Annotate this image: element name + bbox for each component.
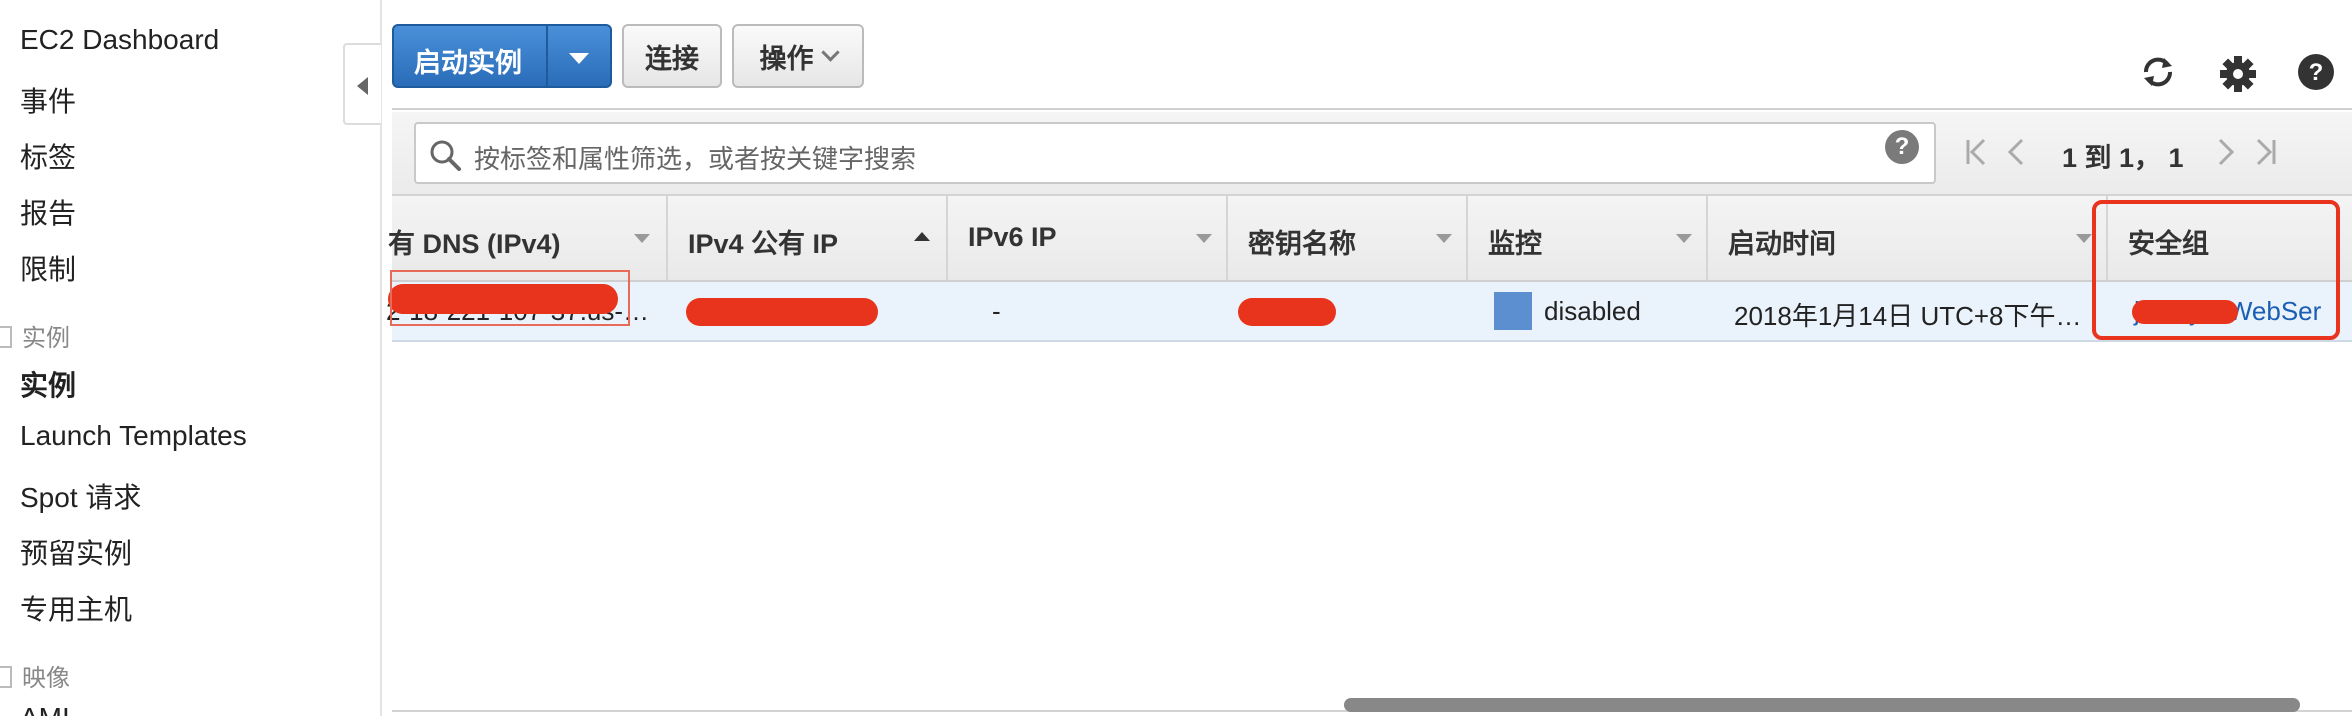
column-header-monitoring[interactable]: 监控 bbox=[1468, 196, 1708, 280]
sidebar-item-reserved-instances[interactable]: 预留实例 bbox=[20, 532, 132, 572]
column-header-ipv6[interactable]: IPv6 IP bbox=[948, 196, 1228, 280]
chevron-left-icon bbox=[357, 77, 368, 95]
horizontal-scrollbar[interactable] bbox=[392, 698, 2352, 718]
pagination-text: 1 到 1， 1 bbox=[2062, 143, 2184, 173]
sort-dropdown-icon[interactable] bbox=[1676, 234, 1692, 243]
search-placeholder: 按标签和属性筛选，或者按关键字搜索 bbox=[474, 144, 917, 174]
sidebar-section-label: 实例 bbox=[22, 325, 70, 352]
sidebar-collapse-button[interactable] bbox=[343, 43, 381, 125]
column-header-public-dns[interactable]: 有 DNS (IPv4) bbox=[372, 196, 668, 280]
sidebar-item-launch-templates[interactable]: Launch Templates bbox=[20, 420, 247, 452]
instances-panel: 按标签和属性筛选，或者按关键字搜索 ? 1 到 1， 1 有 DNS (IPv4… bbox=[386, 108, 2352, 718]
monitoring-status-icon bbox=[1494, 292, 1532, 330]
sidebar-item-events[interactable]: 事件 bbox=[20, 80, 76, 120]
prev-page-icon[interactable] bbox=[2002, 132, 2032, 172]
next-page-icon[interactable] bbox=[2210, 132, 2240, 172]
refresh-icon[interactable] bbox=[2138, 52, 2178, 92]
column-header-key-name[interactable]: 密钥名称 bbox=[1228, 196, 1468, 280]
annotation-box-dns bbox=[390, 270, 630, 326]
sidebar-item-limits[interactable]: 限制 bbox=[20, 248, 76, 288]
last-page-icon[interactable] bbox=[2250, 132, 2280, 172]
gear-icon[interactable] bbox=[2218, 54, 2258, 94]
column-header-label: 密钥名称 bbox=[1248, 229, 1356, 259]
column-header-ipv4[interactable]: IPv4 公有 IP bbox=[668, 196, 948, 280]
sort-ascending-icon[interactable] bbox=[914, 232, 930, 241]
sort-dropdown-icon[interactable] bbox=[1196, 234, 1212, 243]
cell-launch-time: 2018年1月14日 UTC+8下午… bbox=[1734, 301, 2082, 331]
sidebar-section-instances[interactable]: 实例 bbox=[0, 318, 70, 353]
sort-dropdown-icon[interactable] bbox=[2076, 234, 2092, 243]
launch-instance-dropdown[interactable] bbox=[546, 26, 610, 86]
sidebar-item-ami[interactable]: AMI bbox=[20, 702, 70, 716]
table-row[interactable]: 2-18-221-107-37.us-… - disabled 2018年1月1… bbox=[386, 282, 2352, 342]
sidebar-item-reports[interactable]: 报告 bbox=[20, 192, 76, 232]
cell-monitoring: disabled bbox=[1544, 296, 1641, 326]
search-icon bbox=[430, 140, 461, 171]
help-icon[interactable]: ? bbox=[2296, 52, 2336, 92]
actions-label: 操作 bbox=[759, 43, 814, 74]
column-header-label: 启动时间 bbox=[1728, 229, 1836, 259]
connect-button[interactable]: 连接 bbox=[622, 24, 722, 88]
caret-down-icon bbox=[569, 53, 589, 64]
section-collapse-icon bbox=[0, 326, 12, 348]
column-header-launch-time[interactable]: 启动时间 bbox=[1708, 196, 2108, 280]
sidebar-item-dedicated-hosts[interactable]: 专用主机 bbox=[20, 588, 132, 628]
sidebar: EC2 Dashboard 事件 标签 报告 限制 实例 实例 Launch T… bbox=[0, 0, 382, 716]
horizontal-scrollbar-thumb[interactable] bbox=[1344, 698, 2300, 712]
search-input[interactable]: 按标签和属性筛选，或者按关键字搜索 bbox=[414, 122, 1936, 184]
chevron-down-icon bbox=[820, 42, 840, 62]
sidebar-item-ec2-dashboard[interactable]: EC2 Dashboard bbox=[20, 24, 219, 56]
actions-button[interactable]: 操作 bbox=[732, 24, 864, 88]
redaction-mark bbox=[686, 298, 878, 326]
column-header-label: IPv4 公有 IP bbox=[688, 229, 839, 259]
sidebar-section-images[interactable]: 映像 bbox=[0, 658, 70, 693]
sidebar-section-label: 映像 bbox=[22, 665, 70, 692]
annotation-box-security-group bbox=[2092, 200, 2340, 340]
launch-instance-label: 启动实例 bbox=[414, 48, 522, 78]
launch-instance-button[interactable]: 启动实例 bbox=[392, 24, 612, 88]
column-header-label: 有 DNS (IPv4) bbox=[388, 229, 561, 259]
sidebar-item-spot-requests[interactable]: Spot 请求 bbox=[20, 476, 141, 516]
sidebar-item-tags[interactable]: 标签 bbox=[20, 136, 76, 176]
table-header: 有 DNS (IPv4) IPv4 公有 IP IPv6 IP 密钥名称 监控 … bbox=[388, 196, 2352, 282]
sort-dropdown-icon[interactable] bbox=[1436, 234, 1452, 243]
first-page-icon[interactable] bbox=[1962, 132, 1992, 172]
search-help-icon[interactable]: ? bbox=[1885, 130, 1919, 164]
cell-ipv6: - bbox=[992, 296, 1001, 326]
filter-bar: 按标签和属性筛选，或者按关键字搜索 ? 1 到 1， 1 bbox=[392, 112, 2352, 196]
column-header-label: IPv6 IP bbox=[968, 222, 1057, 252]
redaction-mark bbox=[1238, 298, 1336, 326]
connect-label: 连接 bbox=[645, 43, 699, 74]
sort-dropdown-icon[interactable] bbox=[634, 234, 650, 243]
column-header-label: 监控 bbox=[1488, 229, 1542, 259]
section-collapse-icon bbox=[0, 666, 12, 688]
sidebar-item-instances[interactable]: 实例 bbox=[20, 364, 76, 404]
help-glyph: ? bbox=[2309, 59, 2324, 86]
